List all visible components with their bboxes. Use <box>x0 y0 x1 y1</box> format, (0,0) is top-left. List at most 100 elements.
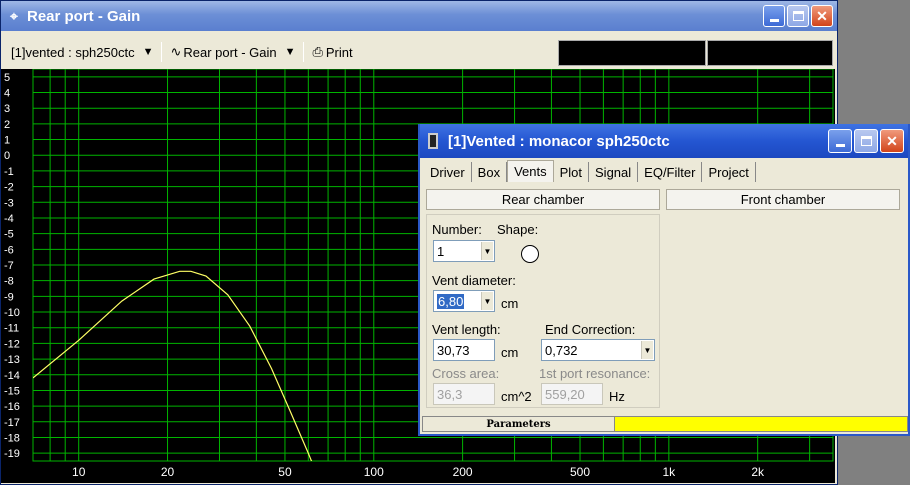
project-selector[interactable]: [1]vented : sph250ctc ▼ <box>7 41 157 63</box>
maximize-icon <box>860 136 872 146</box>
x-tick-label: 1k <box>663 465 677 479</box>
x-tick-label: 500 <box>570 465 590 479</box>
y-tick-label: 2 <box>4 119 10 131</box>
y-tick-label: -15 <box>4 385 20 397</box>
project-selector-label: [1]vented : sph250ctc <box>11 44 135 60</box>
printer-icon: ⎙ <box>312 44 323 59</box>
end-correction-value: 0,732 <box>545 342 578 358</box>
maximize-icon <box>792 11 804 21</box>
vent-diameter-select[interactable]: 6,80 ▼ <box>433 290 495 312</box>
dialog-titlebar[interactable]: [1]Vented : monacor sph250ctc ✕ <box>420 124 908 158</box>
readout-box-left <box>558 40 706 66</box>
y-tick-label: -11 <box>4 323 19 335</box>
shape-circle-icon[interactable] <box>521 245 539 263</box>
main-window-controls: ✕ <box>763 5 833 27</box>
y-tick-label: -6 <box>4 244 14 256</box>
y-tick-label: -9 <box>4 291 14 303</box>
readout-box-right <box>707 40 833 66</box>
dialog-close-button[interactable]: ✕ <box>880 129 904 153</box>
x-tick-label: 100 <box>364 465 384 479</box>
port-resonance-field: 559,20 <box>541 383 603 405</box>
y-tick-label: -17 <box>4 417 20 429</box>
close-button[interactable]: ✕ <box>811 5 833 27</box>
y-tick-label: -18 <box>4 432 20 444</box>
number-value: 1 <box>437 243 445 259</box>
tab-eq-filter[interactable]: EQ/Filter <box>638 162 703 182</box>
graph-selector[interactable]: ∿ Rear port - Gain ▼ <box>166 41 299 63</box>
front-chamber-button[interactable]: Front chamber <box>666 189 900 210</box>
number-select[interactable]: 1 ▼ <box>433 240 495 262</box>
y-tick-label: 0 <box>4 150 10 162</box>
tab-box[interactable]: Box <box>472 162 508 182</box>
status-indicator <box>615 417 907 431</box>
cross-area-value: 36,3 <box>437 386 463 402</box>
x-tick-label: 200 <box>453 465 473 479</box>
tab-vents[interactable]: Vents <box>507 160 554 182</box>
cross-area-unit: cm^2 <box>501 389 532 404</box>
y-tick-label: -3 <box>4 197 14 209</box>
y-tick-label: 3 <box>4 103 10 115</box>
rear-chamber-group: Number: Shape: 1 ▼ Vent diameter: 6,80 ▼… <box>426 214 660 408</box>
port-resonance-value: 559,20 <box>545 386 585 402</box>
gain-curve <box>33 270 313 461</box>
y-tick-label: -7 <box>4 260 14 272</box>
caret-down-icon: ▼ <box>142 46 154 58</box>
y-tick-label: 4 <box>4 88 10 100</box>
dialog-statusbar: Parameters <box>422 416 908 432</box>
port-resonance-unit: Hz <box>609 389 625 404</box>
minimize-icon <box>769 19 779 22</box>
tab-driver[interactable]: Driver <box>424 162 472 182</box>
tab-project[interactable]: Project <box>702 162 756 182</box>
print-button[interactable]: ⎙ Print <box>308 41 356 63</box>
x-tick-label: 50 <box>278 465 292 479</box>
cross-area-field: 36,3 <box>433 383 495 405</box>
end-correction-select[interactable]: 0,732 ▼ <box>541 339 655 361</box>
dialog-controls: ✕ <box>828 129 904 153</box>
minimize-icon <box>835 144 845 147</box>
vent-length-value: 30,73 <box>437 342 470 358</box>
y-tick-label: -12 <box>4 338 20 350</box>
vent-length-label: Vent length: <box>432 322 501 337</box>
vent-length-unit: cm <box>501 345 519 360</box>
main-titlebar[interactable]: ⌖ Rear port - Gain ✕ <box>1 1 837 31</box>
caret-down-icon: ▼ <box>284 46 296 58</box>
vent-diameter-unit: cm <box>501 296 519 311</box>
speaker-icon <box>428 133 438 149</box>
dropdown-arrow-icon[interactable]: ▼ <box>481 242 493 260</box>
crosshair-icon: ⌖ <box>10 7 18 24</box>
vent-length-input[interactable]: 30,73 <box>433 339 495 361</box>
port-resonance-label: 1st port resonance: <box>539 366 651 381</box>
print-label: Print <box>325 44 353 60</box>
tab-plot[interactable]: Plot <box>554 162 590 182</box>
rear-chamber-button[interactable]: Rear chamber <box>426 189 660 210</box>
vent-diameter-label: Vent diameter: <box>432 273 516 288</box>
minimize-button[interactable] <box>763 5 785 27</box>
y-tick-label: -16 <box>4 401 20 413</box>
dialog-minimize-button[interactable] <box>828 129 852 153</box>
end-correction-label: End Correction: <box>545 322 636 337</box>
number-label: Number: <box>432 222 482 237</box>
dialog-maximize-button <box>854 129 878 153</box>
y-tick-label: -14 <box>4 370 20 382</box>
y-tick-label: -2 <box>4 182 14 194</box>
shape-label: Shape: <box>497 222 539 237</box>
y-tick-label: 1 <box>4 135 10 147</box>
y-tick-label: 5 <box>4 72 10 84</box>
status-label: Parameters <box>423 417 615 431</box>
y-tick-label: -13 <box>4 354 20 366</box>
y-tick-label: -10 <box>4 307 20 319</box>
x-tick-label: 10 <box>72 465 86 479</box>
vent-diameter-value: 6,80 <box>437 293 465 309</box>
toolbar-separator <box>303 42 305 62</box>
close-icon: ✕ <box>886 132 898 149</box>
close-icon: ✕ <box>816 7 828 24</box>
tab-signal[interactable]: Signal <box>589 162 639 182</box>
y-tick-label: -19 <box>4 448 20 460</box>
waveform-icon: ∿ <box>170 44 182 59</box>
dropdown-arrow-icon[interactable]: ▼ <box>641 341 653 359</box>
y-tick-label: -8 <box>4 276 14 288</box>
x-tick-label: 2k <box>751 465 765 479</box>
maximize-button <box>787 5 809 27</box>
dropdown-arrow-icon[interactable]: ▼ <box>481 292 493 310</box>
y-tick-label: -4 <box>4 213 14 225</box>
